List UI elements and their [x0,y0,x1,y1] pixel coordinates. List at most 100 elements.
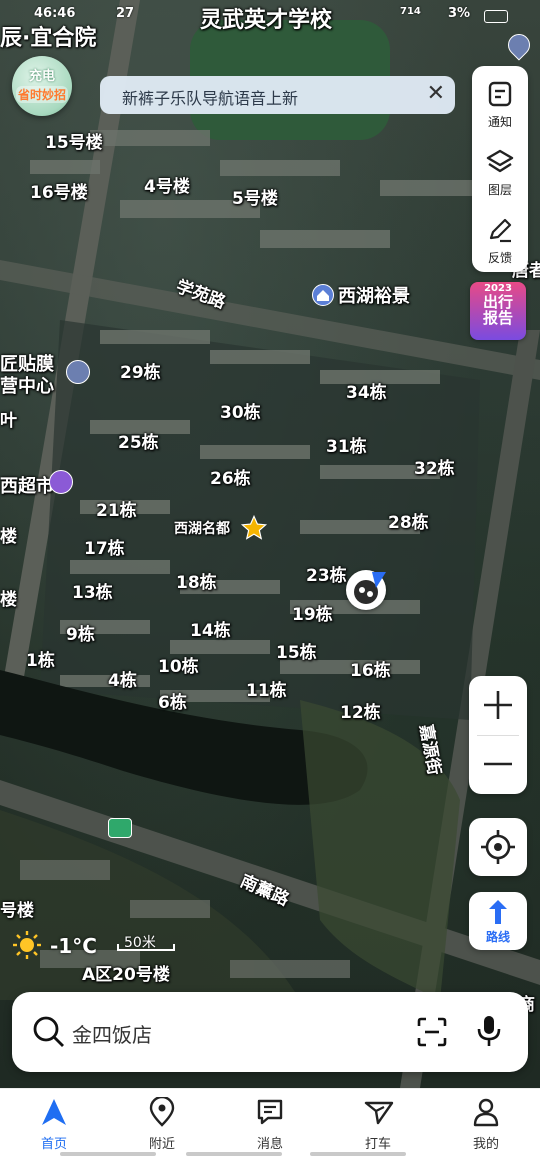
right-toolbar: 通知 图层 反馈 [472,66,528,272]
status-bar: 46:46 27 714 3% [0,0,540,36]
building-label[interactable]: 楼 [0,522,17,547]
report-line1: 出行 [482,293,513,311]
map-scale: 50米 [116,930,176,952]
building-label[interactable]: 楼 [0,585,17,610]
residential-pin-icon [312,284,334,306]
zoom-out-button[interactable] [469,735,527,794]
shop-pin-icon[interactable] [49,470,73,494]
user-location-marker[interactable] [346,570,386,610]
navigation-arrow-icon [42,1099,66,1125]
feedback-button[interactable]: 反馈 [472,206,528,272]
battery-text: 3% [448,6,471,21]
report-line2: 报告 [482,309,513,327]
route-button[interactable]: 路线 [469,892,527,950]
building-label[interactable]: 11栋 [246,676,287,701]
building-label[interactable]: 12栋 [340,698,381,723]
building-label[interactable]: 19栋 [292,600,333,625]
building-label[interactable]: 14栋 [190,616,231,641]
building-label[interactable]: 4号楼 [144,172,190,197]
layers-button[interactable]: 图层 [472,138,528,204]
close-icon[interactable]: ✕ [427,83,445,105]
tab-home[interactable]: 首页 [0,1089,108,1159]
zoom-control [469,676,527,794]
tab-messages[interactable]: 消息 [216,1089,324,1159]
zoom-in-button[interactable] [469,676,527,735]
weather-widget[interactable]: -1°C [12,930,97,962]
building-label[interactable]: 15号楼 [45,128,103,153]
building-label[interactable]: 6栋 [158,688,187,713]
location-pin-icon [149,1097,175,1127]
search-input[interactable]: 金四饭店 [72,1019,152,1048]
profile-icon [473,1098,499,1127]
route-arrow-icon [489,900,507,924]
building-label[interactable]: 21栋 [96,496,137,521]
poi-label: 西湖名都 [174,521,230,537]
microphone-icon[interactable] [474,1014,504,1048]
building-label[interactable]: 18栋 [176,568,217,593]
travel-report-badge[interactable]: 2023 出行 报告 [470,282,526,340]
taxi-icon [364,1101,394,1125]
poi-label[interactable]: 营中心 [0,372,54,398]
layers-icon [486,149,514,173]
gesture-bar [60,1152,156,1156]
building-label[interactable]: 15栋 [276,638,317,663]
building-label[interactable]: 28栋 [388,508,429,533]
locate-button[interactable] [469,818,527,876]
building-label[interactable]: 34栋 [346,378,387,403]
sun-icon [13,931,41,959]
search-icon [33,1016,64,1047]
map-background [0,0,540,1088]
notice-button[interactable]: 通知 [472,70,528,136]
route-label: 路线 [485,930,510,944]
building-label[interactable]: 17栋 [84,534,125,559]
tab-label: 打车 [364,1137,391,1152]
status-mid: 27 [116,6,135,21]
star-icon [240,514,268,540]
building-label[interactable]: 29栋 [120,358,161,383]
building-label[interactable]: 5号楼 [232,184,278,209]
building-label[interactable]: 31栋 [326,432,367,457]
message-icon [257,1099,283,1125]
bottom-tab-bar: 首页 附近 消息 打车 我的 [0,1088,540,1159]
tab-nearby[interactable]: 附近 [108,1089,216,1159]
charge-line1: 充电 [28,69,55,84]
feedback-icon [489,218,512,243]
search-bar[interactable]: 金四饭店 [12,992,528,1072]
building-label[interactable]: 9栋 [66,620,95,645]
notice-icon [488,81,512,107]
building-label[interactable]: 16号楼 [30,178,88,203]
scan-icon[interactable] [416,1016,448,1048]
building-label[interactable]: 13栋 [72,578,113,603]
building-label[interactable]: 26栋 [210,464,251,489]
gesture-bar [310,1152,406,1156]
building-label[interactable]: 10栋 [158,652,199,677]
car-service-pin-icon[interactable] [66,360,90,384]
tab-label: 附近 [148,1137,175,1152]
building-label[interactable]: 23栋 [306,561,347,586]
tab-profile[interactable]: 我的 [432,1089,540,1159]
signal-text: 714 [400,6,421,17]
gesture-bar [186,1152,282,1156]
building-label[interactable]: A区20号楼 [82,960,170,985]
tool-label: 反馈 [487,251,512,265]
building-label[interactable]: 30栋 [220,398,261,423]
building-label[interactable]: 16栋 [350,656,391,681]
building-label[interactable]: 25栋 [118,428,159,453]
tab-taxi[interactable]: 打车 [324,1089,432,1159]
poi-label: 西湖裕景 [338,286,410,307]
battery-icon [484,10,508,23]
notice-banner[interactable]: 新裤子乐队导航语音上新 ✕ [100,76,455,114]
building-label[interactable]: 1栋 [26,646,55,671]
poi-label[interactable]: 西超市 [0,472,54,498]
crosshair-icon [481,830,515,864]
bus-stop-icon[interactable] [108,818,132,838]
tab-label: 首页 [40,1137,67,1152]
building-label[interactable]: 叶 [0,406,17,431]
status-time: 46:46 [34,6,76,21]
charge-tips-badge[interactable]: 充电 省时妙招 [12,56,72,116]
tab-label: 消息 [256,1137,283,1152]
satellite-map[interactable]: 灵武英才学校 辰·宜合院 15号楼 16号楼 4号楼 5号楼 学苑路 西湖裕景 … [0,0,540,1088]
building-label[interactable]: 号楼 [0,896,34,921]
building-label[interactable]: 32栋 [414,454,455,479]
building-label[interactable]: 4栋 [108,666,137,691]
